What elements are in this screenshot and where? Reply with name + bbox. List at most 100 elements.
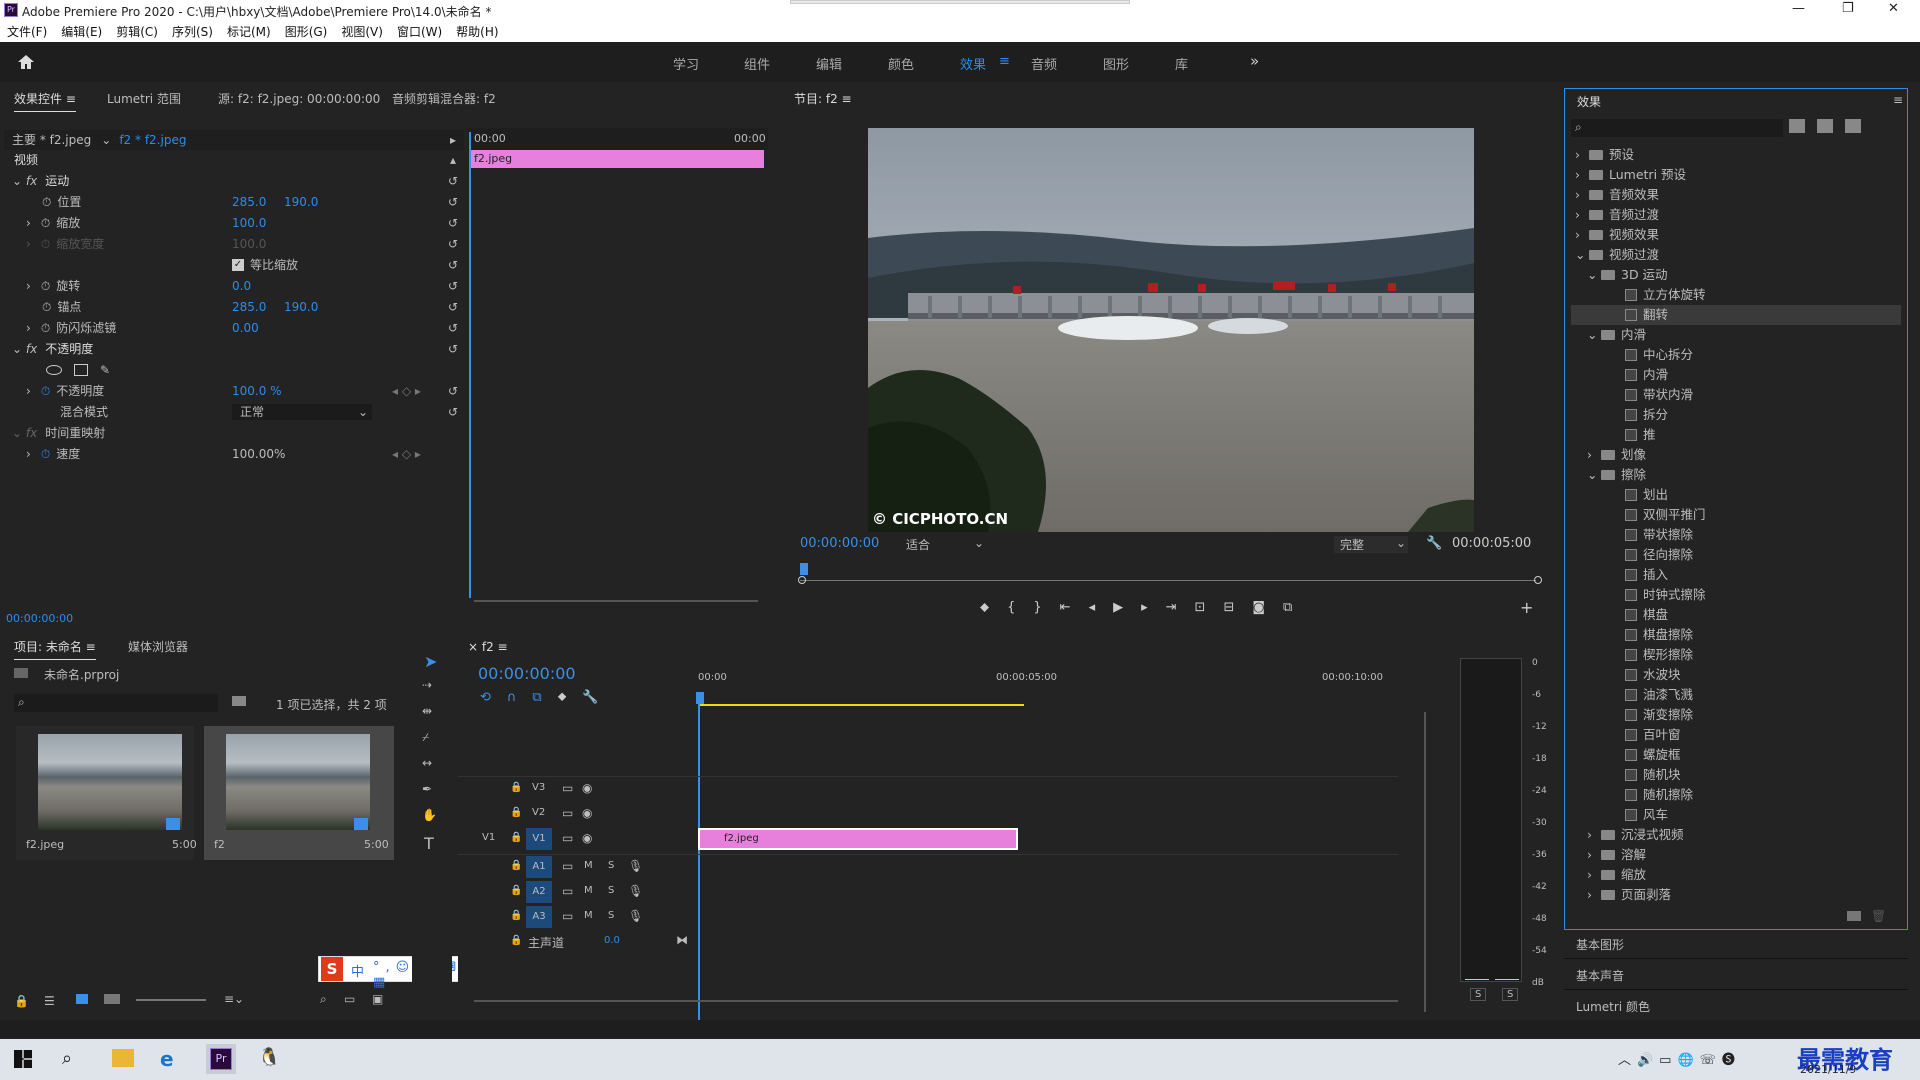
play-icon[interactable]: ▶ bbox=[1113, 600, 1141, 615]
zoom-scrollbar[interactable] bbox=[474, 600, 758, 602]
32bit-effects-icon[interactable] bbox=[1817, 119, 1833, 133]
reset-icon[interactable]: ↺ bbox=[448, 402, 458, 422]
selection-tool-icon[interactable]: ➤ bbox=[424, 652, 437, 671]
disclosure-arrow-icon[interactable]: › bbox=[1575, 185, 1589, 205]
uniform-scale-checkbox[interactable]: ✓ bbox=[232, 259, 244, 271]
step-back-icon[interactable]: ◂ bbox=[1089, 600, 1114, 615]
reset-icon[interactable]: ↺ bbox=[448, 171, 458, 191]
start-icon[interactable] bbox=[14, 1050, 32, 1068]
disclosure-arrow-icon[interactable]: › bbox=[1575, 165, 1589, 185]
tab-source[interactable]: 源: f2: f2.jpeg: 00:00:00:00 bbox=[218, 86, 380, 112]
effects-item[interactable]: 立方体旋转 bbox=[1571, 285, 1901, 305]
timeline-clip[interactable]: f2.jpeg bbox=[698, 828, 1018, 850]
solo-button[interactable]: S bbox=[608, 860, 614, 871]
slip-tool-icon[interactable]: ↔ bbox=[422, 756, 432, 770]
effects-folder[interactable]: ⌄ 3D 运动 bbox=[1571, 265, 1901, 285]
add-marker-icon[interactable]: ⬥ bbox=[980, 600, 1007, 615]
stopwatch-icon[interactable]: ⏱ bbox=[42, 195, 51, 209]
effects-item[interactable]: 棋盘擦除 bbox=[1571, 625, 1901, 645]
mark-in-icon[interactable]: { bbox=[1007, 600, 1033, 615]
menu-sequence[interactable]: 序列(S) bbox=[165, 22, 220, 42]
effects-item[interactable]: 棋盘 bbox=[1571, 605, 1901, 625]
position-y[interactable]: 190.0 bbox=[284, 192, 318, 212]
playhead-line[interactable] bbox=[469, 132, 471, 598]
disclosure-arrow-icon[interactable]: › bbox=[1575, 205, 1589, 225]
keyframe-nav-icon[interactable]: ◂ ◇ ▸ bbox=[392, 444, 421, 464]
solo-button[interactable]: S bbox=[608, 910, 614, 921]
position-x[interactable]: 285.0 bbox=[232, 192, 266, 212]
pen-mask-icon[interactable]: ✎ bbox=[100, 360, 110, 380]
compare-icon[interactable]: ⧉ bbox=[1283, 600, 1310, 615]
opacity-value[interactable]: 100.0 % bbox=[232, 381, 282, 401]
settings-wrench-icon[interactable]: 🔧 bbox=[1426, 536, 1442, 551]
solo-button[interactable]: S bbox=[608, 885, 614, 896]
effects-folder[interactable]: ⌄ 视频过渡 bbox=[1571, 245, 1901, 265]
track-target[interactable]: A3 bbox=[526, 906, 552, 928]
effects-folder[interactable]: › 溶解 bbox=[1571, 845, 1901, 865]
anchor-y[interactable]: 190.0 bbox=[284, 297, 318, 317]
mic-icon[interactable]: 🎙 bbox=[628, 909, 643, 923]
ime-logo[interactable]: S bbox=[321, 957, 343, 981]
effect-timeline-ruler[interactable]: 00:00 00:00 bbox=[468, 128, 768, 150]
solo-right-button[interactable]: S bbox=[1502, 988, 1519, 1001]
track-target[interactable]: A2 bbox=[526, 881, 552, 903]
ripple-edit-tool-icon[interactable]: ⇹ bbox=[422, 704, 432, 718]
stopwatch-active-icon[interactable]: ⏱ bbox=[41, 447, 50, 461]
ime-lang-toggle[interactable]: 中 bbox=[351, 961, 364, 980]
type-tool-icon[interactable]: T bbox=[424, 834, 434, 853]
effects-item[interactable]: 中心拆分 bbox=[1571, 345, 1901, 365]
effects-item[interactable]: 楔形擦除 bbox=[1571, 645, 1901, 665]
effect-clip-bar[interactable]: f2.jpeg bbox=[470, 150, 764, 168]
sync-lock-icon[interactable]: ▭ bbox=[562, 859, 573, 873]
reset-icon[interactable]: ↺ bbox=[448, 381, 458, 401]
rectangle-mask-icon[interactable] bbox=[74, 364, 88, 376]
disclosure-arrow-icon[interactable]: ⌄ bbox=[1575, 245, 1589, 265]
master-volume[interactable]: 0.0 bbox=[604, 935, 620, 946]
program-timecode[interactable]: 00:00:00:00 bbox=[800, 536, 879, 551]
clock-date[interactable]: 2021/11/9 bbox=[1800, 1063, 1856, 1076]
quality-dropdown[interactable]: 完整 ⌄ bbox=[1334, 536, 1408, 553]
disclosure-arrow-icon[interactable]: › bbox=[1587, 825, 1601, 845]
find-icon[interactable]: ⌕ bbox=[320, 992, 327, 1007]
stopwatch-icon[interactable]: ⏱ bbox=[41, 279, 50, 293]
keyframe-nav-icon[interactable]: ◂ ◇ ▸ bbox=[392, 381, 421, 401]
menu-view[interactable]: 视图(V) bbox=[334, 22, 390, 42]
effects-folder[interactable]: › 页面剥落 bbox=[1571, 885, 1901, 905]
program-playhead[interactable] bbox=[800, 563, 808, 575]
effects-item[interactable]: 拆分 bbox=[1571, 405, 1901, 425]
menu-file[interactable]: 文件(F) bbox=[0, 22, 54, 42]
sync-lock-icon[interactable]: ▭ bbox=[562, 806, 573, 820]
yuv-effects-icon[interactable] bbox=[1845, 119, 1861, 133]
effects-item[interactable]: 时钟式擦除 bbox=[1571, 585, 1901, 605]
effects-item[interactable]: 插入 bbox=[1571, 565, 1901, 585]
track-header-a2[interactable]: 🔒 A2 ▭ M S 🎙 bbox=[458, 881, 698, 905]
tab-effect-controls[interactable]: 效果控件 ≡ bbox=[14, 86, 76, 112]
stopwatch-active-icon[interactable]: ⏱ bbox=[41, 384, 50, 398]
workspace-effects[interactable]: 效果 bbox=[960, 54, 986, 73]
menu-clip[interactable]: 剪辑(C) bbox=[109, 22, 165, 42]
effects-item[interactable]: 带状擦除 bbox=[1571, 525, 1901, 545]
workspace-menu-icon[interactable]: ≡ bbox=[999, 54, 1010, 69]
export-frame-icon[interactable]: ◙ bbox=[1252, 600, 1283, 615]
qq-icon[interactable]: 🐧 bbox=[258, 1047, 280, 1068]
stopwatch-icon[interactable]: ⏱ bbox=[42, 300, 51, 314]
workspace-editing[interactable]: 编辑 bbox=[816, 54, 842, 73]
source-patch[interactable]: V1 bbox=[482, 832, 495, 843]
effects-item[interactable]: 水波块 bbox=[1571, 665, 1901, 685]
scroll-handle-right[interactable] bbox=[1534, 576, 1542, 584]
fit-dropdown[interactable]: 适合 ⌄ bbox=[906, 536, 990, 553]
track-target[interactable]: V1 bbox=[526, 828, 552, 850]
effects-folder[interactable]: › 缩放 bbox=[1571, 865, 1901, 885]
timeline-timecode[interactable]: 00:00:00:00 bbox=[478, 664, 576, 683]
list-view-icon[interactable]: ☰ bbox=[44, 994, 55, 1008]
zoom-slider[interactable] bbox=[136, 999, 206, 1001]
lock-icon[interactable]: 🔒 bbox=[510, 832, 522, 843]
mic-icon[interactable]: 🎙 bbox=[628, 859, 643, 873]
lock-icon[interactable]: 🔒 bbox=[510, 935, 522, 946]
lock-icon[interactable]: 🔒 bbox=[510, 860, 522, 871]
sync-lock-icon[interactable]: ▭ bbox=[562, 831, 573, 845]
tab-audio-clip-mixer[interactable]: 音频剪辑混合器: f2 bbox=[392, 86, 496, 112]
effects-folder[interactable]: › 音频效果 bbox=[1571, 185, 1901, 205]
tab-project[interactable]: 项目: 未命名 ≡ bbox=[14, 634, 96, 660]
track-header-a3[interactable]: 🔒 A3 ▭ M S 🎙 bbox=[458, 906, 698, 930]
